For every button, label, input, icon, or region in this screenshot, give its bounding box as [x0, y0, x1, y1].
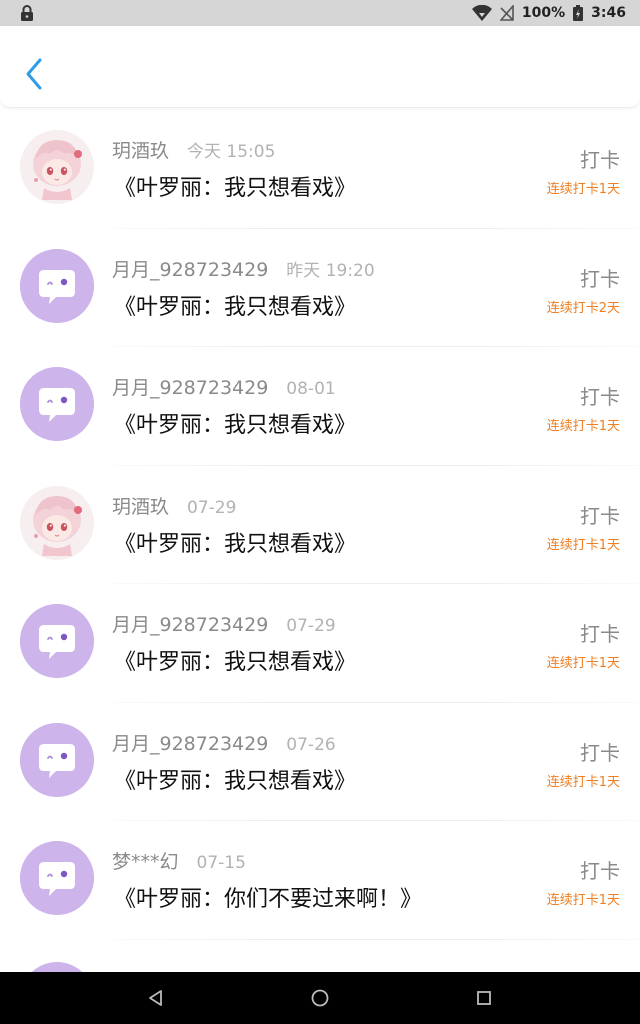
book-title[interactable]: 《叶罗丽：我只想看戏》 [114, 170, 356, 202]
book-title[interactable]: 《叶罗丽：我只想看戏》 [114, 289, 356, 321]
entry-meta: 玥酒玖 今天 15:05 [112, 136, 275, 163]
post-time: 07-29 [187, 497, 237, 518]
streak-label: 连续打卡2天 [546, 300, 620, 316]
row-divider [112, 938, 640, 940]
nav-home-button[interactable] [309, 987, 331, 1009]
anime-girl-avatar-icon [20, 485, 94, 560]
wifi-icon [471, 5, 492, 21]
streak-label: 连续打卡1天 [546, 182, 620, 197]
default-chat-avatar-icon [20, 722, 94, 797]
user-name[interactable]: 玥酒玖 [112, 492, 169, 519]
list-item[interactable]: 月月_928723429 08-01 《叶罗丽：我只想看戏》 打卡 连续打卡1天 [0, 347, 640, 466]
avatar[interactable] [20, 248, 94, 323]
list-item[interactable]: 玥酒玖 07-29 《叶罗丽：我只想看戏》 打卡 连续打卡1天 [0, 466, 640, 584]
post-time: 07-26 [286, 734, 336, 755]
battery-percent: 100% [521, 5, 566, 21]
post-time: 07-15 [196, 853, 246, 873]
anime-girl-avatar-icon [20, 130, 94, 204]
user-name[interactable]: 梦***幻 [112, 847, 179, 874]
book-title[interactable]: 《叶罗丽：我只想看戏》 [114, 644, 356, 676]
avatar[interactable] [20, 722, 94, 797]
back-chevron-icon [26, 58, 42, 90]
system-nav-bar [0, 972, 640, 1024]
clock: 3:46 [591, 5, 626, 21]
avatar[interactable] [20, 604, 94, 678]
nav-recents-icon [477, 991, 491, 1005]
checkin-label: 打卡 [580, 503, 620, 528]
avatar[interactable] [20, 130, 94, 204]
entry-meta: 梦***幻 07-15 [112, 847, 246, 874]
checkin-label: 打卡 [580, 859, 620, 883]
book-title[interactable]: 《叶罗丽：我只想看戏》 [114, 407, 356, 439]
default-chat-avatar-icon [20, 604, 94, 678]
entry-meta: 月月_928723429 08-01 [112, 373, 336, 400]
user-name[interactable]: 月月_928723429 [112, 610, 268, 637]
default-chat-avatar-icon [20, 248, 94, 323]
post-time: 07-29 [286, 616, 336, 636]
checkin-label: 打卡 [580, 266, 620, 291]
list-item[interactable]: 月月_928723429 07-29 《叶罗丽：我只想看戏》 打卡 连续打卡1天 [0, 584, 640, 703]
checkin-label: 打卡 [580, 385, 620, 409]
nav-back-icon [149, 990, 162, 1006]
post-time: 今天 15:05 [187, 142, 276, 162]
entry-meta: 月月_928723429 07-26 [112, 729, 336, 756]
user-name[interactable]: 月月_928723429 [112, 729, 268, 756]
streak-label: 连续打卡1天 [546, 419, 620, 434]
streak-label: 连续打卡1天 [546, 774, 620, 790]
lock-icon [21, 5, 33, 21]
status-right: 100% 3:46 [471, 5, 626, 21]
streak-label: 连续打卡1天 [546, 893, 620, 908]
nav-recents-button[interactable] [473, 987, 495, 1009]
checkin-list: 玥酒玖 今天 15:05 《叶罗丽：我只想看戏》 打卡 连续打卡1天 月月_92… [0, 110, 640, 940]
no-signal-icon [499, 5, 514, 21]
default-chat-avatar-icon [20, 367, 94, 441]
book-title[interactable]: 《叶罗丽：我只想看戏》 [114, 526, 356, 558]
user-name[interactable]: 玥酒玖 [112, 136, 169, 163]
entry-meta: 月月_928723429 07-29 [112, 610, 336, 637]
list-item[interactable]: 月月_928723429 昨天 19:20 《叶罗丽：我只想看戏》 打卡 连续打… [0, 229, 640, 347]
checkin-label: 打卡 [580, 148, 620, 172]
post-time: 08-01 [286, 379, 336, 399]
battery-icon [573, 5, 584, 21]
nav-back-button[interactable] [145, 987, 167, 1009]
avatar[interactable] [20, 367, 94, 441]
entry-meta: 月月_928723429 昨天 19:20 [112, 255, 375, 282]
book-title[interactable]: 《叶罗丽：我只想看戏》 [114, 763, 356, 795]
avatar[interactable] [20, 485, 94, 560]
streak-label: 连续打卡1天 [546, 656, 620, 671]
entry-meta: 玥酒玖 07-29 [112, 492, 236, 519]
checkin-label: 打卡 [580, 622, 620, 646]
user-name[interactable]: 月月_928723429 [112, 255, 268, 282]
header-bar [0, 26, 640, 108]
status-left [20, 5, 34, 21]
list-item[interactable]: 月月_928723429 07-26 《叶罗丽：我只想看戏》 打卡 连续打卡1天 [0, 703, 640, 821]
default-chat-avatar-icon [20, 841, 94, 915]
user-name[interactable]: 月月_928723429 [112, 373, 268, 400]
list-item[interactable]: 玥酒玖 今天 15:05 《叶罗丽：我只想看戏》 打卡 连续打卡1天 [0, 110, 640, 229]
streak-label: 连续打卡1天 [546, 537, 620, 553]
book-title[interactable]: 《叶罗丽：你们不要过来啊！》 [114, 881, 422, 913]
status-bar: 100% 3:46 [0, 0, 640, 26]
list-item[interactable]: 梦***幻 07-15 《叶罗丽：你们不要过来啊！》 打卡 连续打卡1天 [0, 821, 640, 940]
nav-home-icon [311, 989, 329, 1007]
checkin-label: 打卡 [580, 740, 620, 765]
back-button[interactable] [20, 54, 50, 94]
post-time: 昨天 19:20 [286, 260, 375, 281]
avatar[interactable] [20, 841, 94, 915]
